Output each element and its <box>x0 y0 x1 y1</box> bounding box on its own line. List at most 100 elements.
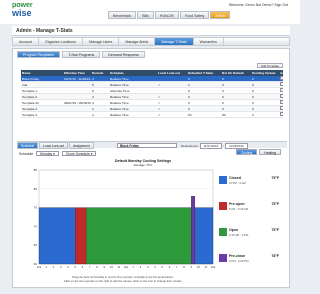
x-tick-label: 4 <box>154 265 156 269</box>
table-row[interactable]: Template 4 4 Relative Time ✓ 93 90 3 <box>21 112 283 118</box>
tab-schedule[interactable]: Schedule <box>17 142 39 149</box>
editor-tabs: Schedule Local Lock-out Assignment <box>17 142 94 149</box>
legend-name[interactable]: Pre-close <box>229 254 245 258</box>
x-tick-label: 1 <box>133 265 135 269</box>
nav-hvac[interactable]: HVAC/IE <box>154 11 179 19</box>
nav-admin[interactable]: Admin <box>210 11 231 19</box>
edit-icon[interactable] <box>280 94 283 98</box>
legend-item[interactable]: Pre-open 75°F 5 AM - 6:30 AM <box>219 201 281 223</box>
schedule-bar[interactable] <box>194 207 214 265</box>
schedule-bar[interactable] <box>85 207 192 265</box>
schedule-bar[interactable] <box>191 196 196 265</box>
add-template-button[interactable]: Add Template <box>256 63 283 68</box>
restricted-from-field[interactable]: 11/27/2016 <box>199 142 223 149</box>
row-actions <box>279 106 283 111</box>
legend-name[interactable]: Pre-open <box>229 202 245 206</box>
schedule-label: Schedule <box>19 151 34 156</box>
table-cell: Relative Time <box>110 83 129 87</box>
legend-name[interactable]: Closed <box>229 176 241 180</box>
table-cell: 93 <box>188 113 192 117</box>
template-name-field[interactable]: Black Friday <box>117 143 177 148</box>
period-mode-icon[interactable] <box>219 228 227 236</box>
x-tick-label: 6 <box>82 265 84 269</box>
legend-item[interactable]: Open 75°F 6:30 AM - 9 PM <box>219 227 281 249</box>
table-cell: 4 <box>92 95 94 99</box>
tab-program-templates[interactable]: Program Templates <box>17 51 61 58</box>
page-title: Admin - Manage T-Stats <box>16 28 73 34</box>
x-tick-label: 3 <box>147 265 149 269</box>
powerwise-logo[interactable]: power wise <box>12 2 42 22</box>
schedule-bar[interactable] <box>38 207 76 265</box>
table-cell: Relative Time <box>110 107 129 111</box>
x-tick-label: 5 <box>162 265 164 269</box>
main-nav: Benchmark Bills HVAC/IE Food Safety Admi… <box>108 11 231 19</box>
x-tick-label: 2 <box>53 265 55 269</box>
legend-temp: 78°F <box>271 254 279 258</box>
period-mode-icon[interactable] <box>219 176 227 184</box>
table-cell: ✓ <box>158 101 161 105</box>
x-tick-label: 10 <box>197 265 200 269</box>
schedule-day-select[interactable]: Monday ▾ <box>36 151 59 156</box>
subnav-manage-tstats[interactable]: Manage T-Stats <box>155 38 194 45</box>
legend-temp: 75°F <box>271 228 279 232</box>
heating-button[interactable]: Heating <box>259 149 281 155</box>
table-cell: 0 <box>252 89 254 93</box>
schedule-chart[interactable]: 85807570656012a 1 2 3 4 5 6 7 8 9 10 11 12p 1 2 3 4 5 6 7 8 9… <box>27 168 217 284</box>
edit-icon[interactable] <box>280 76 283 80</box>
period-mode-icon[interactable] <box>219 254 227 262</box>
table-cell: 0 <box>252 101 254 105</box>
edit-icon[interactable] <box>280 82 283 86</box>
restricted-to-field[interactable]: 11/29/2016 <box>225 142 248 149</box>
table-cell <box>63 82 91 87</box>
legend-temp: 75°F <box>271 176 279 180</box>
y-tick-label: 85 <box>34 168 38 172</box>
subnav-warranties[interactable]: Warranties <box>194 38 224 45</box>
tab-tstat-programs[interactable]: T-Stat Programs <box>62 51 101 58</box>
legend-time: 11 PM - 5 AM <box>229 181 246 185</box>
edit-icon[interactable] <box>280 88 283 92</box>
y-tick-label: 75 <box>34 206 38 210</box>
y-tick-label: 65 <box>34 243 38 247</box>
nav-benchmark[interactable]: Benchmark <box>108 11 137 19</box>
schedule-bar[interactable] <box>75 207 87 265</box>
table-cell: 0 <box>252 95 254 99</box>
table-cell: 0 <box>222 95 224 99</box>
row-actions <box>279 100 283 105</box>
table-cell: 0 <box>222 83 224 87</box>
legend-name[interactable]: Open <box>229 228 238 232</box>
tab-local-lockout[interactable]: Local Lock-out <box>39 142 69 149</box>
table-cell: ✓ <box>158 107 161 111</box>
table-cell <box>157 88 187 93</box>
x-tick-label: 7 <box>176 265 178 269</box>
table-cell: 0 <box>252 77 254 81</box>
legend-time: 5 AM - 6:30 AM <box>229 207 249 211</box>
tab-assignment[interactable]: Assignment <box>69 142 94 149</box>
cooling-button[interactable]: Cooling <box>235 149 258 155</box>
clone-schedule-button[interactable]: Clone Schedule ▾ <box>61 151 97 156</box>
table-cell: 0 <box>188 89 190 93</box>
subnav-organize-locations[interactable]: Organize Locations <box>39 38 83 45</box>
table-cell: 0 <box>222 89 224 93</box>
subnav-manage-alerts[interactable]: Manage Alerts <box>119 38 156 45</box>
edit-icon[interactable] <box>280 100 283 104</box>
legend-item[interactable]: Closed 75°F 11 PM - 5 AM <box>219 175 281 197</box>
clone-label: Clone Schedule <box>65 152 90 156</box>
x-tick-label: 11 <box>204 265 207 269</box>
top-bar: power wise Welcome, Demo Not Demo? Sign … <box>0 0 300 24</box>
table-cell: 4 <box>92 113 94 117</box>
logo-text-wise: wise <box>12 8 32 18</box>
nav-bills[interactable]: Bills <box>137 11 154 19</box>
edit-icon[interactable] <box>280 106 283 110</box>
table-cell: 4 <box>92 77 94 81</box>
period-mode-icon[interactable] <box>219 202 227 210</box>
table-cell <box>63 112 91 117</box>
subnav-manage-users[interactable]: Manage Users <box>83 38 120 45</box>
legend-item[interactable]: Pre-close 78°F 9 PM - 9:30 PM <box>219 253 281 275</box>
row-actions <box>279 82 283 87</box>
restricted-dates: Restricted to: 11/27/2016 - 11/29/2016 <box>181 142 248 149</box>
tab-demand-response[interactable]: Demand Response <box>102 51 146 58</box>
subnav-account[interactable]: Account <box>13 38 39 45</box>
edit-icon[interactable] <box>280 112 283 116</box>
nav-food-safety[interactable]: Food Safety <box>179 11 210 19</box>
table-cell: 0 <box>222 101 224 105</box>
